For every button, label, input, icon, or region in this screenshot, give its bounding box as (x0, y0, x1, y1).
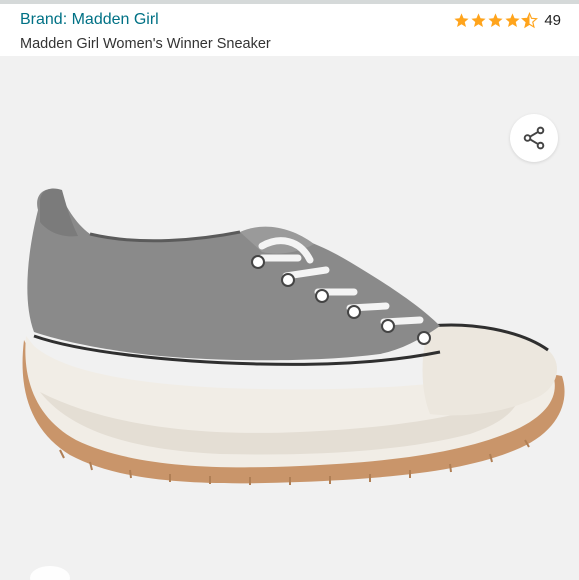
star-half-icon (521, 11, 539, 28)
star-full-icon (471, 12, 486, 27)
star-full-icon (488, 12, 503, 27)
review-count[interactable]: 49 (544, 12, 561, 29)
top-divider (0, 0, 579, 4)
star-rating (453, 11, 539, 29)
star-full-icon (505, 12, 520, 27)
product-image (22, 188, 565, 485)
product-title: Madden Girl Women's Winner Sneaker (20, 36, 271, 52)
share-icon (523, 126, 545, 150)
rating-summary[interactable]: 49 (453, 10, 561, 30)
share-button[interactable] (510, 114, 558, 162)
brand-link[interactable]: Brand: Madden Girl (20, 11, 159, 29)
star-full-icon (454, 12, 469, 27)
product-image-area[interactable] (0, 56, 579, 580)
